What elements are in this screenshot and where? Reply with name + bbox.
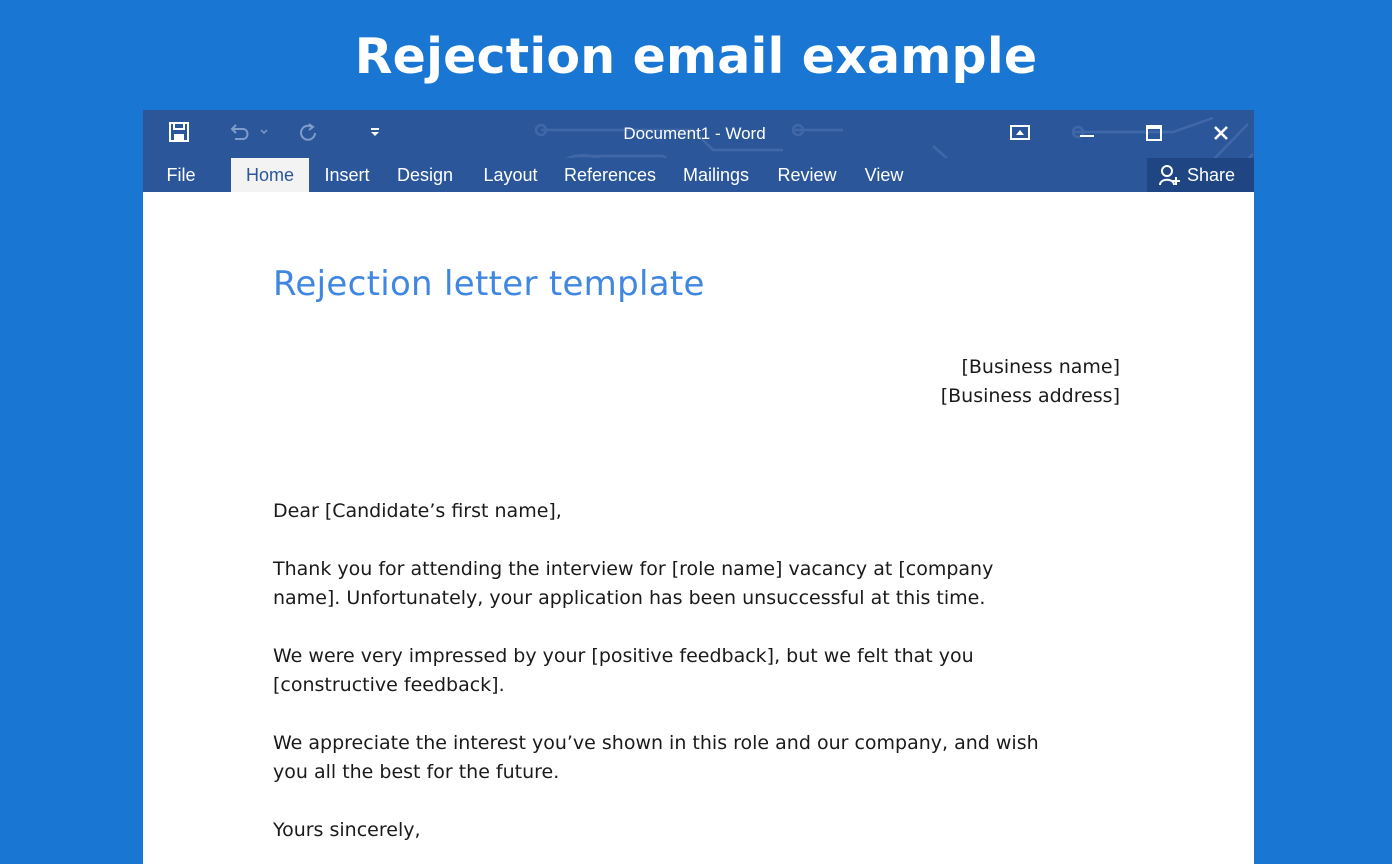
paragraph-1-line-2: name]. Unfortunately, your application h… xyxy=(273,587,986,609)
closing: Yours sincerely, xyxy=(273,819,421,841)
tab-layout[interactable]: Layout xyxy=(479,158,542,192)
share-label: Share xyxy=(1187,164,1236,185)
tab-insert[interactable]: Insert xyxy=(319,158,375,192)
person-add-icon xyxy=(1157,163,1181,187)
business-name: [Business name] xyxy=(961,356,1120,378)
share-button[interactable]: Share xyxy=(1147,158,1254,192)
tab-references[interactable]: References xyxy=(563,158,657,192)
tab-home[interactable]: Home xyxy=(231,158,309,192)
tab-view[interactable]: View xyxy=(861,158,907,192)
paragraph-2-line-1: We were very impressed by your [positive… xyxy=(273,645,974,667)
paragraph-3-line-2: you all the best for the future. xyxy=(273,761,560,783)
minimize-icon[interactable] xyxy=(1064,116,1110,150)
tab-review[interactable]: Review xyxy=(775,158,839,192)
ribbon-tabs: File Home Insert Design Layout Reference… xyxy=(143,158,1254,192)
page-title: Rejection email example xyxy=(354,28,1038,85)
paragraph-1-line-1: Thank you for attending the interview fo… xyxy=(273,558,994,580)
salutation: Dear [Candidate’s first name], xyxy=(273,500,562,522)
word-window: Document1 - Word File Home Insert Design… xyxy=(143,110,1254,864)
title-bar: Document1 - Word xyxy=(143,110,1254,158)
maximize-icon[interactable] xyxy=(1131,116,1177,150)
paragraph-2-line-2: [constructive feedback]. xyxy=(273,674,505,696)
tab-file[interactable]: File xyxy=(161,158,201,192)
close-icon[interactable] xyxy=(1198,116,1244,150)
business-address: [Business address] xyxy=(940,385,1120,407)
tab-design[interactable]: Design xyxy=(395,158,455,192)
ribbon-display-options-icon[interactable] xyxy=(997,116,1043,150)
tab-mailings[interactable]: Mailings xyxy=(679,158,753,192)
document-heading: Rejection letter template xyxy=(273,264,705,304)
paragraph-3-line-1: We appreciate the interest you’ve shown … xyxy=(273,732,1039,754)
document-page[interactable]: Rejection letter template [Business name… xyxy=(143,192,1254,864)
